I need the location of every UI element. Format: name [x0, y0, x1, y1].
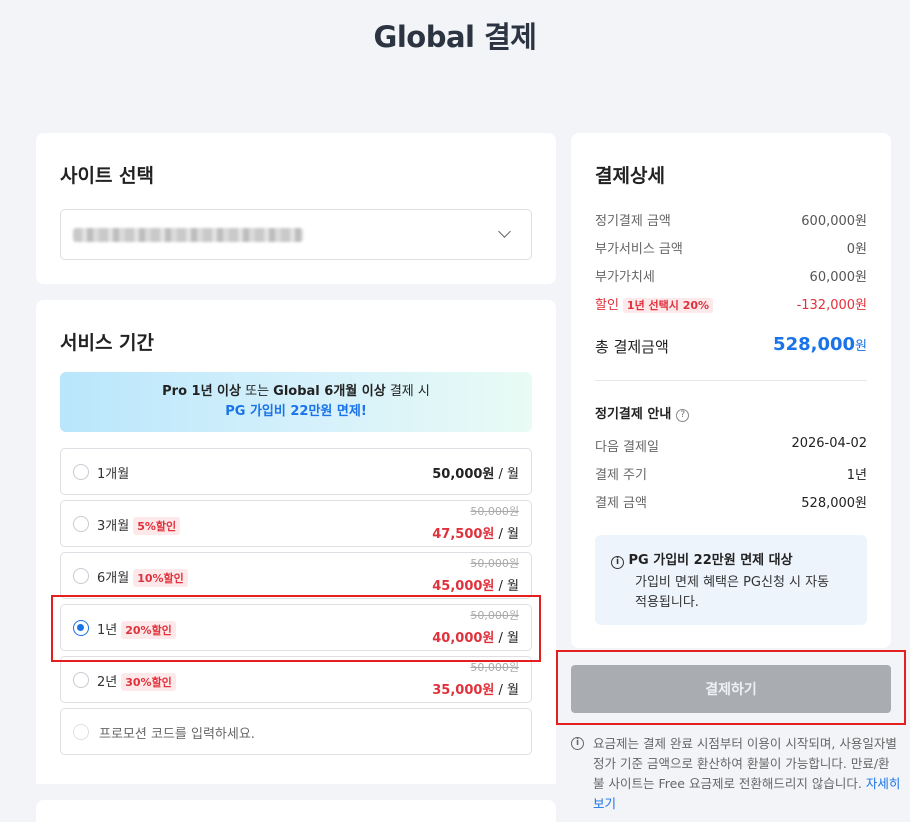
detail-label: 정기결제 금액 [595, 214, 671, 229]
detail-value: 2026-04-02 [791, 436, 867, 451]
discount-badge: 5%할인 [133, 517, 181, 535]
radio-button[interactable] [73, 724, 89, 740]
detail-value: 528,000원 [801, 496, 867, 511]
discount-value: -132,000원 [796, 298, 867, 313]
divider [595, 380, 867, 381]
detail-row-discount: 할인 1년 선택시 20% -132,000원 [595, 294, 867, 313]
period-option-6months[interactable]: 6개월 10%할인 50,000원 45,000원 / 월 [60, 552, 532, 599]
period-option-3months[interactable]: 3개월 5%할인 50,000원 47,500원 / 월 [60, 500, 532, 547]
site-select-title: 사이트 선택 [60, 165, 155, 187]
recurring-row-next-date: 다음 결제일 2026-04-02 [595, 436, 867, 455]
detail-row-vat: 부가가치세 60,000원 [595, 266, 867, 285]
detail-row-addon: 부가서비스 금액 0원 [595, 238, 867, 257]
total-unit: 원 [855, 339, 867, 354]
total-value: 528,000 [773, 334, 856, 355]
discount-badge: 1년 선택시 20% [622, 298, 714, 313]
highlight-box-1year [51, 595, 541, 662]
notice-title: PG 가입비 22만원 면제 대상 [628, 553, 793, 568]
discount-label: 할인 [595, 298, 619, 313]
option-original-price: 50,000원 [470, 505, 519, 518]
pg-fee-notice: i PG 가입비 22만원 면제 대상 가입비 면제 혜택은 PG신청 시 자동… [595, 535, 867, 625]
refund-footnote: i 요금제는 결제 완료 시점부터 이용이 시작되며, 사용일자별 정가 기준 … [571, 734, 901, 814]
info-icon: i [611, 556, 624, 569]
page-title: Global 결제 [373, 20, 537, 54]
detail-label: 부가서비스 금액 [595, 242, 683, 257]
detail-value: 1년 [846, 468, 867, 483]
promo-pro-text: Pro 1년 이상 [162, 384, 241, 399]
site-select-dropdown[interactable] [60, 209, 532, 260]
option-price: 45,000원 [432, 579, 495, 594]
service-period-card: 서비스 기간 Pro 1년 이상 또는 Global 6개월 이상 결제 시 P… [36, 300, 556, 784]
next-section-card [36, 800, 556, 822]
option-price: 47,500원 [432, 527, 495, 542]
promo-code-input[interactable]: 프로모션 코드를 입력하세요. [60, 708, 532, 755]
payment-detail-title: 결제상세 [595, 165, 665, 187]
payment-detail-card: 결제상세 정기결제 금액 600,000원 부가서비스 금액 0원 부가가치세 … [571, 133, 891, 648]
recurring-title-text: 정기결제 안내 [595, 407, 672, 422]
period-option-2years[interactable]: 2년 30%할인 50,000원 35,000원 / 월 [60, 656, 532, 703]
service-period-title: 서비스 기간 [60, 332, 155, 354]
detail-value: 600,000원 [801, 214, 867, 229]
detail-label: 결제 금액 [595, 496, 647, 511]
promo-highlight-text: PG 가입비 22만원 면제! [225, 404, 367, 419]
discount-badge: 30%할인 [121, 673, 176, 691]
site-select-value-blurred [73, 228, 303, 242]
discount-badge: 10%할인 [133, 569, 188, 587]
recurring-title: 정기결제 안내? [595, 403, 690, 422]
radio-button[interactable] [73, 672, 89, 688]
detail-value: 0원 [846, 242, 867, 257]
footnote-text: 요금제는 결제 완료 시점부터 이용이 시작되며, 사용일자별 정가 기준 금액… [593, 736, 897, 791]
info-icon: i [571, 737, 584, 750]
chevron-down-icon [498, 225, 511, 238]
option-label: 3개월 [97, 519, 130, 534]
radio-button[interactable] [73, 568, 89, 584]
promo-code-placeholder: 프로모션 코드를 입력하세요. [99, 727, 255, 742]
option-price: 50,000원 [432, 467, 495, 482]
option-unit: / 월 [494, 683, 519, 698]
highlight-box-pay [556, 650, 906, 725]
recurring-row-amount: 결제 금액 528,000원 [595, 492, 867, 511]
detail-value: 60,000원 [809, 270, 867, 285]
detail-label: 다음 결제일 [595, 440, 659, 455]
detail-label: 결제 주기 [595, 468, 647, 483]
help-icon[interactable]: ? [676, 409, 690, 422]
total-label: 총 결제금액 [595, 338, 669, 356]
detail-label: 부가가치세 [595, 270, 655, 285]
option-label: 1개월 [97, 467, 130, 482]
option-unit: / 월 [494, 467, 519, 482]
promo-suffix-text: 결제 시 [385, 384, 430, 399]
total-amount: 528,000원 [773, 334, 867, 355]
option-unit: / 월 [494, 527, 519, 542]
detail-row-regular: 정기결제 금액 600,000원 [595, 210, 867, 229]
notice-body: 가입비 면제 혜택은 PG신청 시 자동 적용됩니다. [635, 575, 830, 610]
promo-or-text: 또는 [240, 384, 274, 399]
option-original-price: 50,000원 [470, 557, 519, 570]
option-label: 6개월 [97, 571, 130, 586]
radio-button[interactable] [73, 464, 89, 480]
promo-banner: Pro 1년 이상 또는 Global 6개월 이상 결제 시 PG 가입비 2… [60, 372, 532, 432]
recurring-row-cycle: 결제 주기 1년 [595, 464, 867, 483]
period-option-1month[interactable]: 1개월 50,000원 / 월 [60, 448, 532, 495]
option-price: 35,000원 [432, 683, 495, 698]
promo-global-text: Global 6개월 이상 [273, 384, 386, 399]
option-unit: / 월 [494, 579, 519, 594]
radio-button[interactable] [73, 516, 89, 532]
option-label: 2년 [97, 675, 118, 690]
site-select-card: 사이트 선택 [36, 133, 556, 284]
